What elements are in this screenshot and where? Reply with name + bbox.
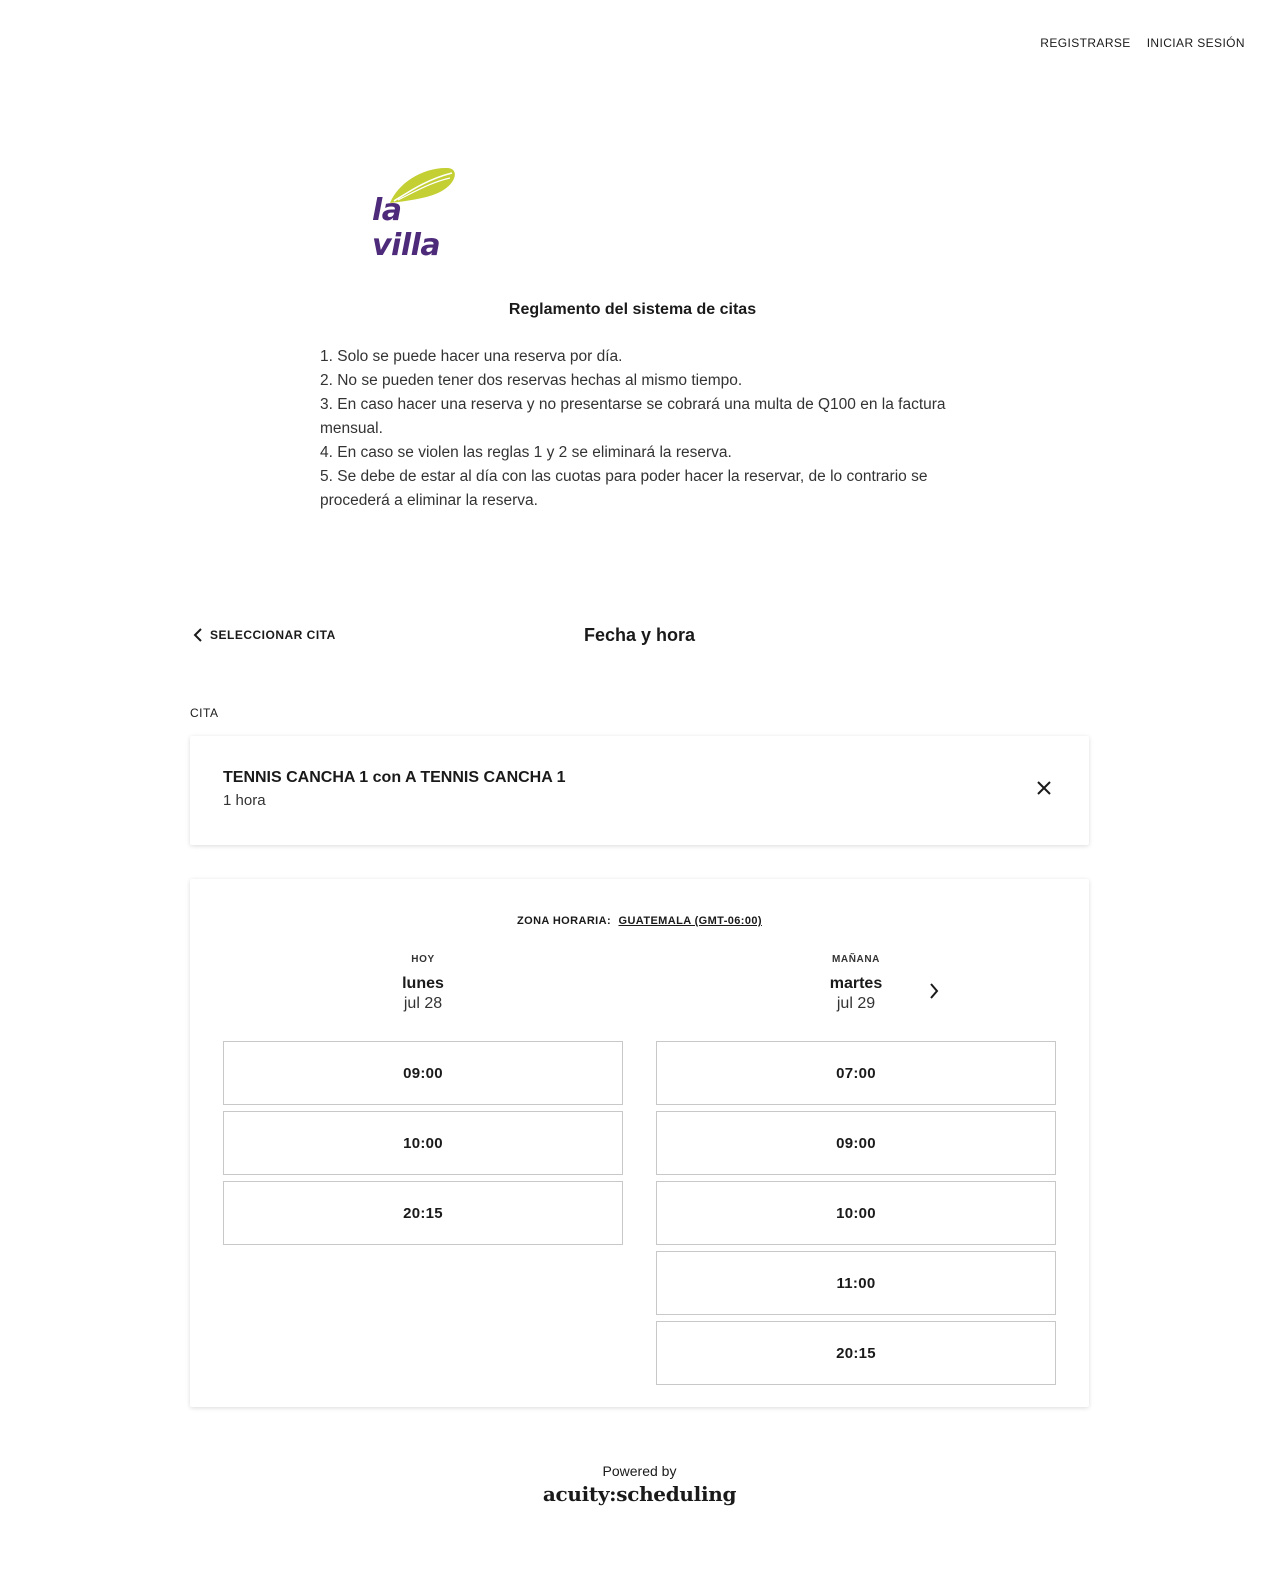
appointment-name: TENNIS CANCHA 1 con A TENNIS CANCHA 1	[223, 769, 566, 786]
timezone-selector[interactable]: GUATEMALA (GMT-06:00)	[619, 915, 762, 927]
time-slots-tomorrow: 07:00 09:00 10:00 11:00 20:15	[656, 1041, 1056, 1391]
rule-item: 4. En caso se violen las reglas 1 y 2 se…	[320, 444, 732, 461]
powered-by-text: Powered by	[602, 1463, 677, 1479]
time-slot[interactable]: 09:00	[223, 1041, 623, 1105]
acuity-scheduling-logo[interactable]: acuity:scheduling	[0, 1482, 1265, 1506]
day-tag: MAÑANA	[831, 954, 881, 965]
rule-item: 1. Solo se puede hacer una reserva por d…	[320, 348, 623, 365]
step-title: Fecha y hora	[583, 625, 696, 645]
time-slot[interactable]: 20:15	[656, 1321, 1056, 1385]
timezone-label: ZONA HORARIA:	[517, 915, 612, 927]
chevron-right-icon	[930, 983, 939, 999]
appointment-section-label: CITA	[190, 706, 219, 720]
logo-text: la villa	[372, 193, 441, 263]
timezone-row: ZONA HORARIA: GUATEMALA (GMT-06:00)	[190, 915, 1089, 927]
top-nav: REGISTRARSE INICIAR SESIÓN	[1040, 36, 1245, 50]
day-header-today: HOY lunes jul 28	[223, 954, 623, 1013]
appointment-duration: 1 hora	[223, 792, 266, 809]
rule-item: 2. No se pueden tener dos reservas hecha…	[320, 372, 743, 389]
day-tag: HOY	[411, 954, 435, 965]
rules-list: 1. Solo se puede hacer una reserva por d…	[320, 345, 950, 513]
time-slots-today: 09:00 10:00 20:15	[223, 1041, 623, 1251]
day-header-tomorrow: MAÑANA martes jul 29	[656, 954, 1056, 1013]
close-icon	[1037, 781, 1051, 795]
login-link[interactable]: INICIAR SESIÓN	[1147, 36, 1245, 50]
calendar-card: ZONA HORARIA: GUATEMALA (GMT-06:00) HOY …	[190, 879, 1089, 1407]
rule-item: 5. Se debe de estar al día con las cuota…	[320, 468, 928, 509]
time-slot[interactable]: 20:15	[223, 1181, 623, 1245]
day-name: martes	[829, 975, 883, 992]
day-date: jul 28	[403, 995, 443, 1012]
day-date: jul 29	[836, 995, 876, 1012]
appointment-card: TENNIS CANCHA 1 con A TENNIS CANCHA 1 1 …	[190, 736, 1089, 845]
time-slot[interactable]: 09:00	[656, 1111, 1056, 1175]
time-slot[interactable]: 11:00	[656, 1251, 1056, 1315]
day-name: lunes	[402, 975, 444, 992]
register-link[interactable]: REGISTRARSE	[1040, 36, 1130, 50]
time-slot[interactable]: 07:00	[656, 1041, 1056, 1105]
remove-appointment-button[interactable]	[1033, 777, 1055, 799]
time-slot[interactable]: 10:00	[223, 1111, 623, 1175]
time-slot[interactable]: 10:00	[656, 1181, 1056, 1245]
rules-title: Reglamento del sistema de citas	[508, 301, 757, 318]
rule-item: 3. En caso hacer una reserva y no presen…	[320, 396, 946, 437]
next-day-button[interactable]	[928, 982, 940, 1005]
la-villa-logo: la villa	[368, 165, 478, 263]
